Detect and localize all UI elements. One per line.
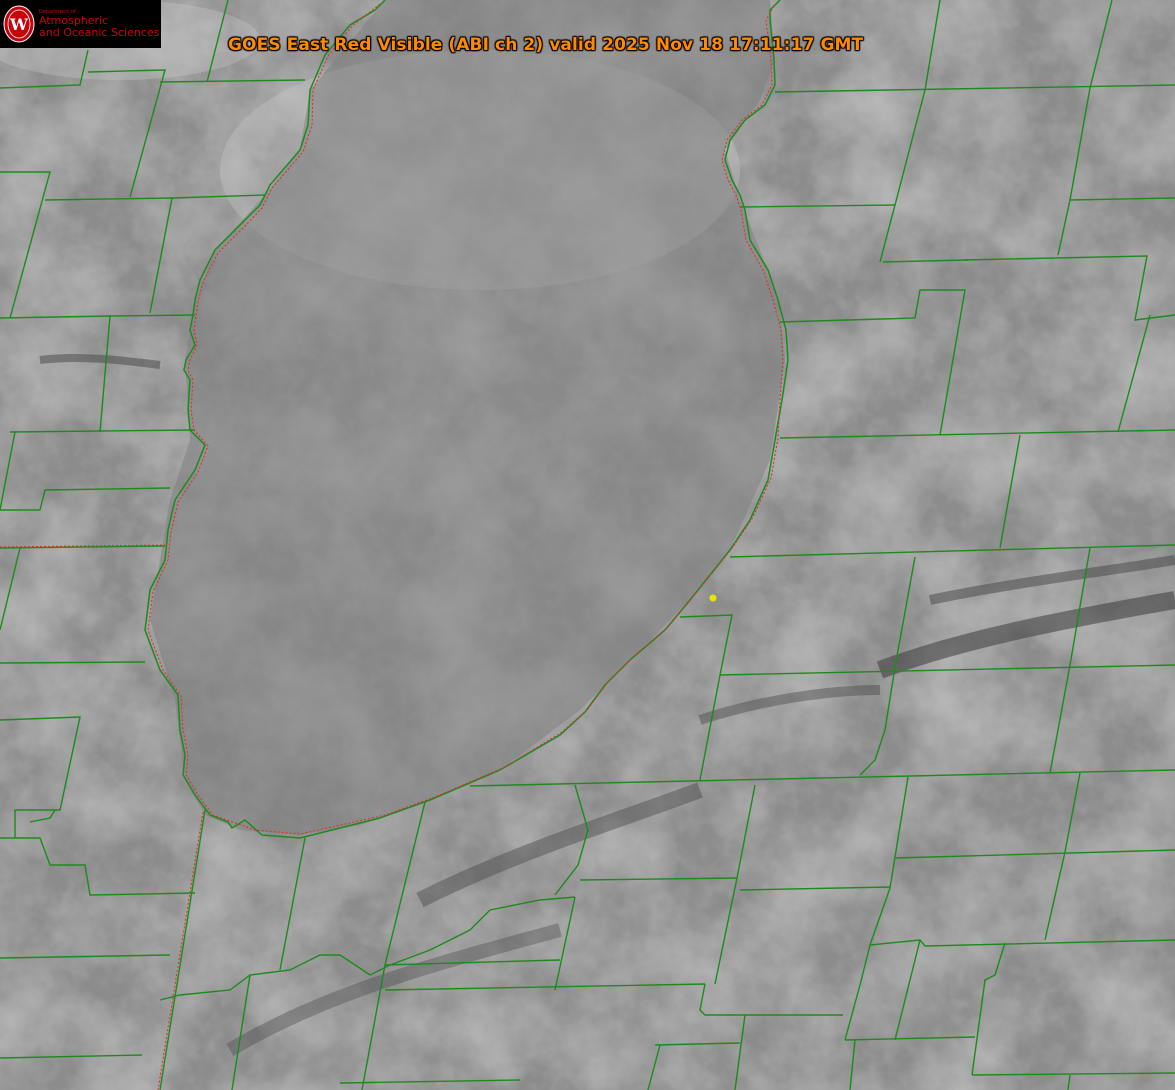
- image-title: GOES East Red Visible (ABI ch 2) valid 2…: [228, 35, 864, 55]
- uw-aos-logo: W Department of Atmospheric and Oceanic …: [0, 0, 161, 48]
- location-marker: [709, 594, 717, 602]
- uw-crest-icon: W: [3, 5, 35, 43]
- logo-line-1: Atmospheric: [39, 14, 109, 28]
- satellite-map: [0, 0, 1175, 1090]
- logo-line-2: and Oceanic Sciences: [39, 25, 160, 39]
- seal-letter: W: [9, 15, 29, 34]
